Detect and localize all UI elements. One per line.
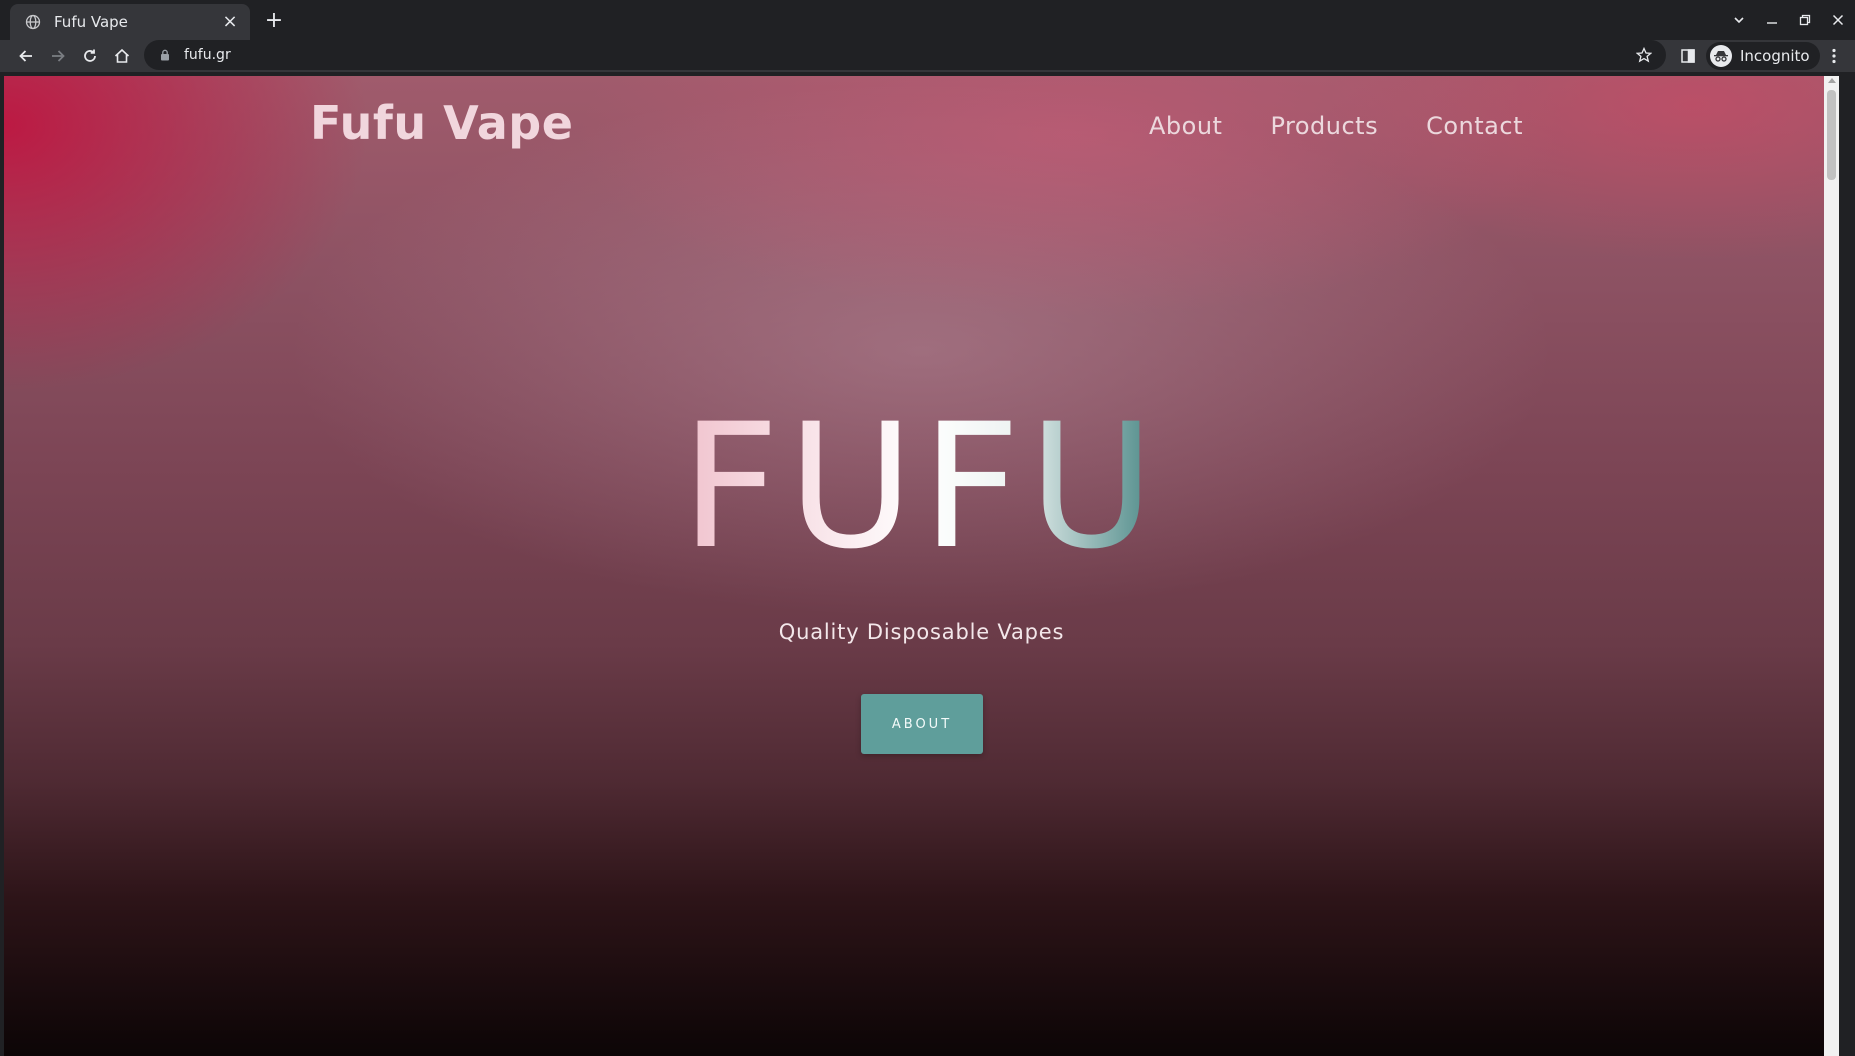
home-icon[interactable] <box>108 42 136 70</box>
forward-icon[interactable] <box>44 42 72 70</box>
hero-title: FUFU <box>4 401 1839 573</box>
close-window-button[interactable] <box>1822 4 1854 36</box>
page-scrollbar[interactable] <box>1824 76 1839 1056</box>
nav-link-products[interactable]: Products <box>1270 112 1378 140</box>
url-text[interactable]: fufu.gr <box>184 47 1634 63</box>
browser-toolbar: fufu.gr Incognito <box>0 40 1855 72</box>
site-nav: About Products Contact <box>1149 112 1523 140</box>
browser-tab[interactable]: Fufu Vape × <box>10 4 250 40</box>
reload-icon[interactable] <box>76 42 104 70</box>
hero-subtitle: Quality Disposable Vapes <box>778 620 1065 644</box>
site-logo[interactable]: Fufu Vape <box>310 96 573 150</box>
about-button[interactable]: ABOUT <box>861 694 983 754</box>
page-viewport: Fufu Vape About Products Contact FUFU Qu… <box>4 76 1839 1056</box>
tab-strip: Fufu Vape × + <box>0 0 1855 40</box>
tab-title: Fufu Vape <box>54 13 128 31</box>
globe-icon <box>24 13 42 31</box>
back-icon[interactable] <box>12 42 40 70</box>
lock-icon[interactable] <box>158 48 172 62</box>
incognito-label: Incognito <box>1740 47 1810 65</box>
incognito-icon <box>1710 45 1732 67</box>
close-tab-icon[interactable]: × <box>220 12 240 32</box>
new-tab-button[interactable]: + <box>262 8 286 33</box>
browser-menu-icon[interactable] <box>1822 44 1846 68</box>
window-controls <box>1723 0 1855 40</box>
scrollbar-thumb[interactable] <box>1827 90 1836 180</box>
minimize-button[interactable] <box>1756 4 1788 36</box>
nav-link-about[interactable]: About <box>1149 112 1222 140</box>
nav-link-contact[interactable]: Contact <box>1426 112 1523 140</box>
tab-search-icon[interactable] <box>1723 4 1755 36</box>
side-panel-icon[interactable] <box>1676 44 1700 68</box>
bookmark-star-icon[interactable] <box>1634 45 1654 65</box>
incognito-profile-button[interactable]: Incognito <box>1706 42 1820 70</box>
restore-button[interactable] <box>1789 4 1821 36</box>
scroll-up-arrow-icon[interactable] <box>1828 78 1836 83</box>
address-bar[interactable]: fufu.gr <box>144 40 1666 70</box>
